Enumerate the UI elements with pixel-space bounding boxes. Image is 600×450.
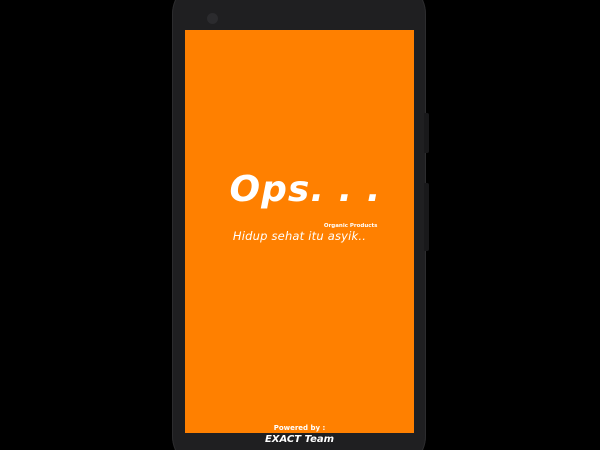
- power-button[interactable]: [424, 113, 429, 153]
- splash-screen: Ops. . . Organic Products Hidup sehat it…: [185, 30, 414, 445]
- app-logo: Ops. . . Organic Products: [229, 169, 382, 230]
- device-stage: Ops. . . Organic Products Hidup sehat it…: [0, 0, 600, 450]
- app-logo-container: Ops. . . Organic Products: [185, 169, 414, 230]
- app-tagline: Hidup sehat itu asyik..: [232, 229, 367, 243]
- front-camera: [207, 13, 218, 24]
- powered-by-label: Powered by :: [273, 424, 326, 432]
- volume-button[interactable]: [424, 183, 429, 251]
- team-name: EXACT Team: [264, 434, 335, 445]
- app-logo-text: Ops. . .: [229, 169, 382, 210]
